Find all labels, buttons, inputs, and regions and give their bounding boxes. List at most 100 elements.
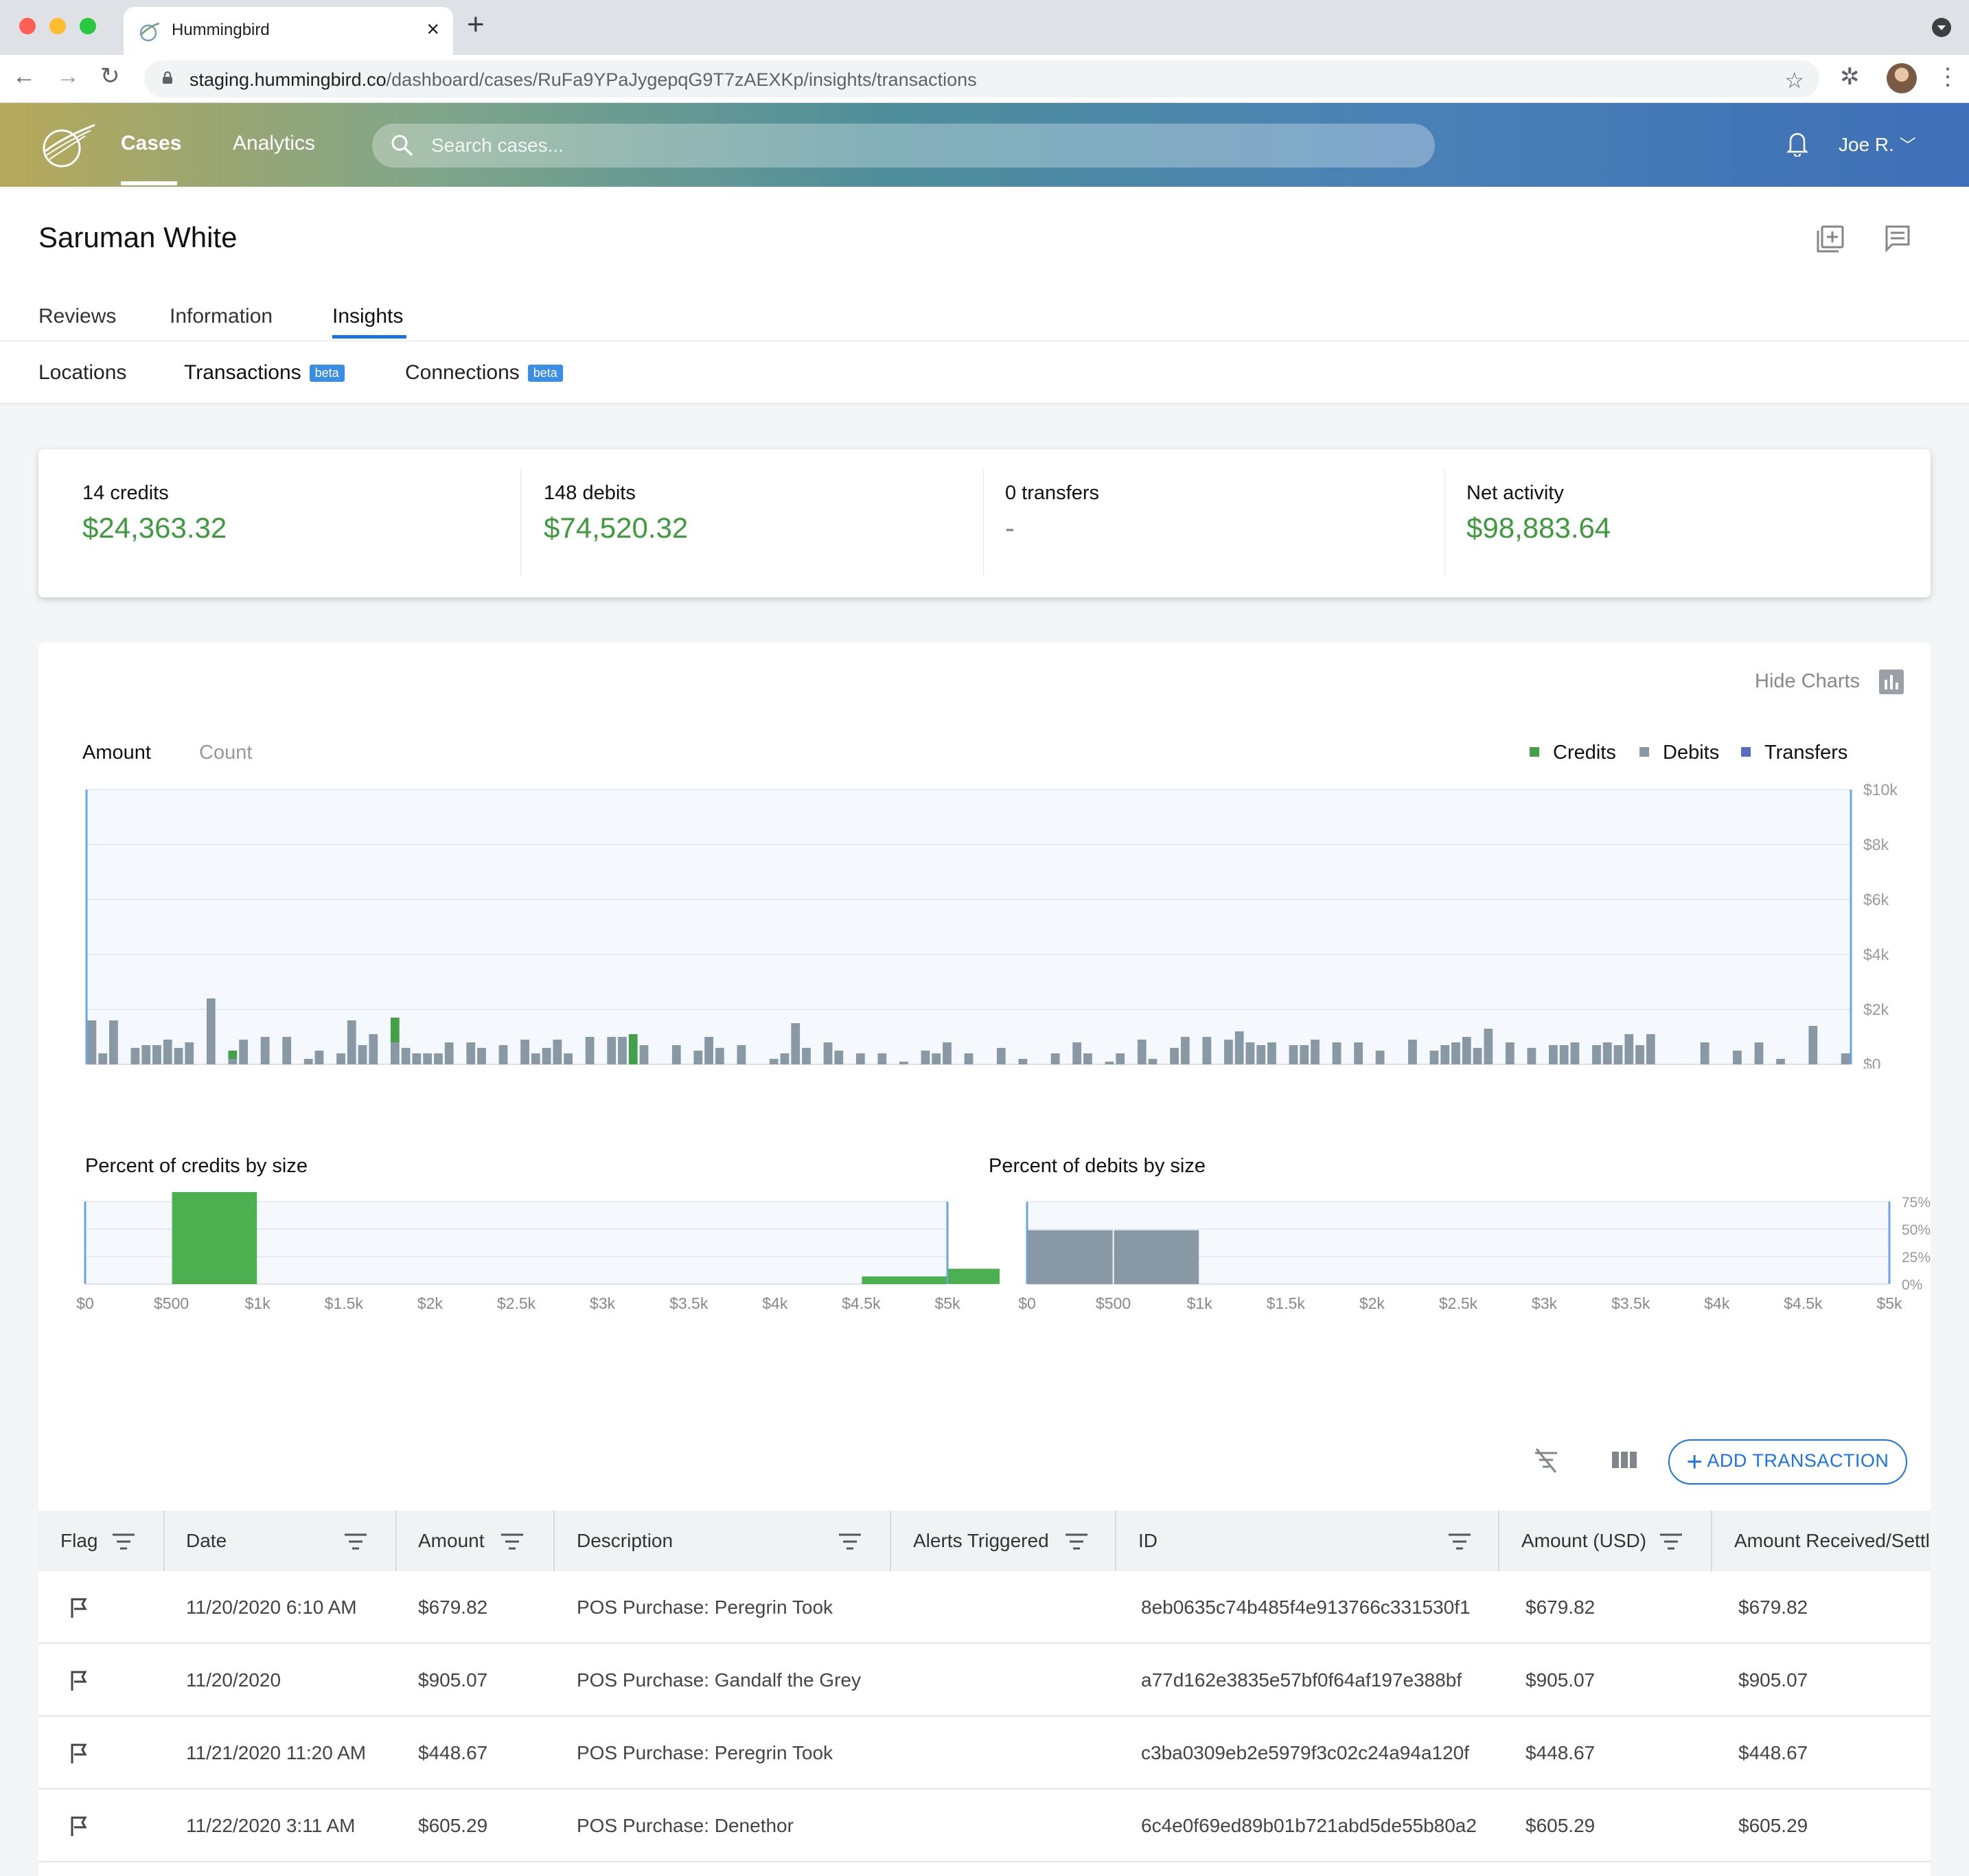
- credits-stat: 14 credits $24,363.32: [82, 482, 227, 545]
- column-divider[interactable]: [395, 1511, 397, 1571]
- y-tick-label: 25%: [1902, 1250, 1931, 1266]
- debit-bar: [1050, 1053, 1060, 1064]
- browser-tab[interactable]: Hummingbird ×: [124, 7, 453, 55]
- filter-icon[interactable]: [1659, 1533, 1683, 1551]
- window-minimize-button[interactable]: [49, 18, 66, 34]
- window-close-button[interactable]: [19, 18, 36, 34]
- table-row[interactable]: 11/20/2020 6:10 AM $679.82 POS Purchase:…: [38, 1571, 1931, 1644]
- debit-bar: [303, 1059, 313, 1064]
- legend-debits[interactable]: Debits: [1639, 742, 1719, 764]
- new-tab-icon[interactable]: +: [467, 10, 485, 40]
- debit-bar: [1440, 1045, 1450, 1064]
- tab-insights[interactable]: Insights: [332, 305, 403, 328]
- divider: [0, 403, 1969, 404]
- debit-bar: [1754, 1042, 1764, 1064]
- subtab-transactions[interactable]: Transactions beta: [184, 361, 345, 385]
- columns-icon[interactable]: [1609, 1445, 1639, 1475]
- comments-icon[interactable]: [1881, 224, 1911, 254]
- col-amount-received[interactable]: Amount Received/Settl: [1734, 1511, 1930, 1571]
- column-divider[interactable]: [163, 1511, 165, 1571]
- debit-bar: [1613, 1045, 1623, 1064]
- debit-bar: [932, 1053, 941, 1064]
- flag-icon[interactable]: [69, 1816, 89, 1838]
- search-input[interactable]: [431, 124, 1392, 168]
- y-tick-label: $4k: [1863, 946, 1889, 963]
- column-divider[interactable]: [890, 1511, 891, 1571]
- debit-bar: [1408, 1040, 1417, 1064]
- tab-search-icon[interactable]: [1932, 18, 1951, 37]
- legend-label: Debits: [1663, 742, 1720, 764]
- column-divider[interactable]: [1711, 1511, 1712, 1571]
- legend-transfers[interactable]: Transfers: [1741, 742, 1847, 764]
- col-alerts[interactable]: Alerts Triggered: [913, 1511, 1049, 1571]
- debit-bar: [737, 1045, 746, 1064]
- debit-bar: [1289, 1045, 1298, 1064]
- url-path: /dashboard/cases/RuFa9YPaJygepqG9T7zAEXK…: [386, 69, 977, 90]
- table-row[interactable]: 11/21/2020 11:20 AM $448.67 POS Purchase…: [38, 1717, 1931, 1789]
- nav-active-indicator: [121, 181, 177, 185]
- tab-information[interactable]: Information: [170, 305, 273, 328]
- col-flag[interactable]: Flag: [60, 1511, 97, 1571]
- toggle-amount[interactable]: Amount: [82, 742, 151, 764]
- col-date[interactable]: Date: [186, 1511, 227, 1571]
- debit-bar: [185, 1042, 194, 1064]
- column-divider[interactable]: [553, 1511, 555, 1571]
- filter-icon[interactable]: [500, 1533, 525, 1551]
- y-tick-label: $10k: [1863, 781, 1898, 799]
- table-row[interactable]: 11/22/2020 3:11 AM $605.29 POS Purchase:…: [38, 1789, 1931, 1862]
- col-amount-usd[interactable]: Amount (USD): [1521, 1511, 1646, 1571]
- filter-icon[interactable]: [1064, 1533, 1089, 1551]
- histogram-bar: [862, 1276, 947, 1284]
- nav-cases[interactable]: Cases: [121, 132, 181, 155]
- x-tick-label: $4k: [762, 1294, 788, 1312]
- y-tick-label: $2k: [1863, 1000, 1889, 1018]
- window-zoom-button[interactable]: [80, 18, 96, 34]
- net-activity-stat: Net activity $98,883.64: [1466, 482, 1611, 545]
- debit-bar: [1451, 1042, 1460, 1064]
- toggle-count[interactable]: Count: [199, 742, 252, 764]
- col-id[interactable]: ID: [1138, 1511, 1158, 1571]
- legend-credits[interactable]: Credits: [1530, 742, 1616, 764]
- tab-reviews[interactable]: Reviews: [38, 305, 116, 328]
- clear-filters-icon[interactable]: [1531, 1445, 1561, 1475]
- address-bar[interactable]: staging.hummingbird.co/dashboard/cases/R…: [144, 60, 1819, 98]
- reload-icon[interactable]: ↻: [100, 65, 120, 88]
- column-divider[interactable]: [1498, 1511, 1499, 1571]
- stat-value: $74,520.32: [544, 512, 689, 544]
- debit-bar: [206, 998, 216, 1064]
- debit-bar: [1170, 1048, 1179, 1064]
- filter-icon[interactable]: [111, 1533, 136, 1551]
- hummingbird-logo-icon[interactable]: [36, 121, 97, 170]
- cell-amount: $679.82: [418, 1597, 488, 1618]
- flag-icon[interactable]: [69, 1743, 89, 1765]
- hide-charts-button[interactable]: Hide Charts: [1755, 670, 1860, 693]
- profile-avatar[interactable]: [1887, 63, 1917, 93]
- flag-icon[interactable]: [69, 1597, 89, 1619]
- subtab-connections[interactable]: Connections beta: [405, 361, 563, 385]
- filter-icon[interactable]: [1447, 1533, 1472, 1551]
- col-amount[interactable]: Amount: [418, 1511, 485, 1571]
- debit-bar: [531, 1053, 540, 1064]
- browser-menu-icon[interactable]: ⋮: [1936, 63, 1959, 91]
- extensions-icon[interactable]: ✲: [1840, 63, 1860, 91]
- filter-icon[interactable]: [343, 1533, 368, 1551]
- add-to-queue-icon[interactable]: [1815, 224, 1845, 254]
- bell-icon[interactable]: [1785, 129, 1810, 157]
- debit-bar: [466, 1042, 476, 1064]
- filter-icon[interactable]: [838, 1533, 862, 1551]
- bookmark-star-icon[interactable]: ☆: [1784, 67, 1804, 93]
- subtab-locations[interactable]: Locations: [38, 361, 126, 385]
- debit-bar: [834, 1051, 844, 1064]
- flag-icon[interactable]: [69, 1670, 89, 1692]
- table-row[interactable]: 11/20/2020 $905.07 POS Purchase: Gandalf…: [38, 1644, 1931, 1717]
- cell-amount: $605.29: [418, 1815, 488, 1836]
- user-menu[interactable]: Joe R. ﹀: [1839, 132, 1916, 156]
- forward-icon[interactable]: →: [56, 65, 80, 88]
- back-icon[interactable]: ←: [12, 65, 36, 88]
- column-divider[interactable]: [1115, 1511, 1116, 1571]
- bar-chart-icon[interactable]: [1878, 669, 1904, 695]
- add-transaction-button[interactable]: + ADD TRANSACTION: [1668, 1439, 1907, 1485]
- close-tab-icon[interactable]: ×: [426, 16, 439, 42]
- col-description[interactable]: Description: [577, 1511, 673, 1571]
- nav-analytics[interactable]: Analytics: [233, 132, 315, 155]
